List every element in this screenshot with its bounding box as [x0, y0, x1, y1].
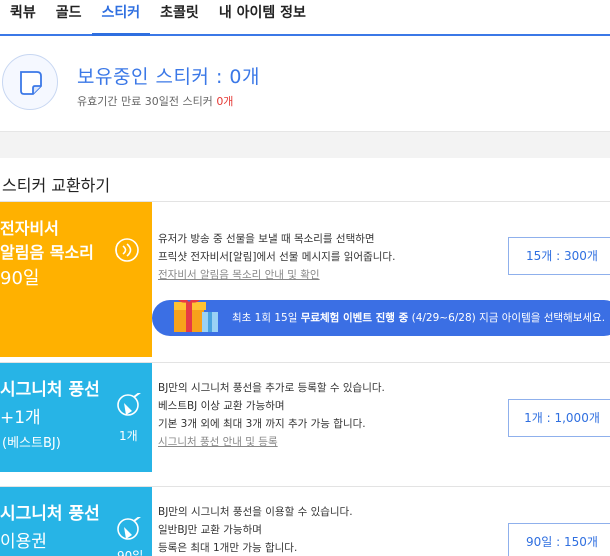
section-title: 스티커 교환하기: [2, 176, 111, 195]
exchange-button[interactable]: 15개 : 300개: [508, 237, 610, 275]
expiring-sticker-info: 유효기간 만료 30일전 스티커 0개: [77, 93, 233, 109]
item-description: 유저가 방송 중 선물을 보낼 때 목소리를 선택하면 프릭샷 전자비서[알림]…: [158, 230, 395, 284]
item-description: BJ만의 시그니처 풍선을 이용할 수 있습니다. 일반BJ만 교환 가능하며 …: [158, 503, 353, 556]
expiring-label: 유효기간 만료 30일전 스티커: [77, 95, 213, 108]
desc-line: 베스트BJ 이상 교환 가능하며: [158, 400, 285, 412]
item-description: BJ만의 시그니처 풍선을 추가로 등록할 수 있습니다. 베스트BJ 이상 교…: [158, 379, 385, 451]
item-card-banner: 시그니처 풍선 +1개 (베스트BJ) 1개: [0, 363, 152, 472]
item-name-line1: 시그니처 풍선: [0, 380, 100, 400]
desc-line: BJ만의 시그니처 풍선을 이용할 수 있습니다.: [158, 506, 353, 518]
tab-bar: 퀵뷰 골드 스티커 초콜릿 내 아이템 정보: [0, 0, 610, 36]
voice-guide-link[interactable]: 전자비서 알림음 목소리 안내 및 확인: [158, 266, 395, 284]
signature-guide-link[interactable]: 시그니처 풍선 안내 및 등록: [158, 433, 385, 451]
owned-sticker-count: 보유중인 스티커 : 0개: [77, 66, 260, 88]
item-badge: 90일: [117, 549, 144, 556]
event-text: 최초 1회 15일: [232, 312, 301, 324]
desc-line: 유저가 방송 중 선물을 보낼 때 목소리를 선택하면: [158, 233, 375, 245]
gift-icon: [174, 300, 218, 332]
item-name-line2: +1개: [0, 408, 41, 428]
balloon-brush-icon: [117, 517, 141, 540]
owned-sticker-summary: 보유중인 스티커 : 0개 유효기간 만료 30일전 스티커 0개: [0, 36, 610, 132]
tab-chocolate[interactable]: 초콜릿: [150, 0, 209, 34]
item-name-line2: 알림음 목소리: [0, 243, 94, 262]
tab-quickview[interactable]: 퀵뷰: [0, 0, 46, 34]
expiring-count: 0개: [216, 95, 234, 108]
tab-sticker[interactable]: 스티커: [91, 0, 151, 36]
desc-line: BJ만의 시그니처 풍선을 추가로 등록할 수 있습니다.: [158, 382, 385, 394]
balloon-brush-icon: [117, 393, 141, 416]
tab-my-item-info[interactable]: 내 아이템 정보: [209, 0, 316, 34]
item-card-banner: 시그니처 풍선 이용권 90일: [0, 487, 152, 556]
item-card-banner: 전자비서 알림음 목소리 90일: [0, 202, 152, 357]
item-name-line1: 전자비서: [0, 219, 59, 238]
desc-line: 프릭샷 전자비서[알림]에서 선물 메시지를 읽어줍니다.: [158, 251, 396, 263]
desc-line: 일반BJ만 교환 가능하며: [158, 524, 262, 536]
item-duration: 90일: [0, 268, 40, 289]
item-badge: 1개: [119, 429, 138, 443]
sticker-icon: [2, 54, 58, 110]
desc-line: 등록은 최대 1개만 가능 합니다.: [158, 542, 298, 554]
item-card-signature-plus: 시그니처 풍선 +1개 (베스트BJ) 1개 BJ만의 시그니처 풍선을 추가로…: [0, 362, 610, 472]
item-card-signature-pass: 시그니처 풍선 이용권 90일 BJ만의 시그니처 풍선을 이용할 수 있습니다…: [0, 486, 610, 556]
item-name-line3: (베스트BJ): [2, 436, 61, 451]
exchange-button[interactable]: 90일 : 150개: [508, 523, 610, 556]
voice-icon: [115, 238, 139, 262]
item-card-voice: 전자비서 알림음 목소리 90일 유저가 방송 중 선물을 보낼 때 목소리를 …: [0, 201, 610, 357]
item-name-line1: 시그니처 풍선: [0, 504, 100, 524]
desc-line: 기본 3개 외에 최대 3개 까지 추가 가능 합니다.: [158, 418, 366, 430]
exchange-button[interactable]: 1개 : 1,000개: [508, 399, 610, 437]
item-name-line2: 이용권: [0, 532, 47, 552]
free-trial-event-banner[interactable]: 최초 1회 15일 무료체험 이벤트 진행 중 (4/29~6/28) 지금 아…: [152, 300, 610, 336]
event-highlight: 무료체험 이벤트 진행 중: [300, 312, 409, 324]
event-text: (4/29~6/28) 지금 아이템을 선택해보세요.: [408, 312, 606, 324]
tab-gold[interactable]: 골드: [46, 0, 92, 34]
section-divider: [0, 132, 610, 158]
